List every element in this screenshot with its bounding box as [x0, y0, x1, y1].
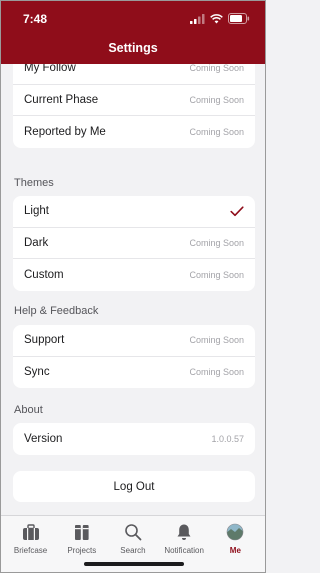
row-label: Light: [24, 205, 49, 218]
settings-content[interactable]: My Follow Coming Soon Current Phase Comi…: [1, 64, 265, 517]
row-label: Support: [24, 334, 65, 347]
help-card: Support Coming Soon Sync Coming Soon: [13, 325, 255, 388]
tab-label: Projects: [67, 546, 97, 555]
row-theme-custom[interactable]: Custom Coming Soon: [13, 259, 255, 291]
row-reported-by-me[interactable]: Reported by Me Coming Soon: [13, 116, 255, 148]
row-version: Version 1.0.0.57: [13, 423, 255, 455]
status-icons: [190, 13, 250, 24]
row-theme-dark[interactable]: Dark Coming Soon: [13, 228, 255, 259]
tab-label: Me: [229, 546, 241, 555]
tab-label: Briefcase: [13, 546, 48, 555]
row-label: My Follow: [24, 64, 76, 75]
search-icon: [124, 522, 142, 542]
section-heading-about: About: [14, 404, 43, 416]
row-value: Coming Soon: [189, 335, 244, 346]
avatar: [226, 522, 244, 542]
row-current-phase[interactable]: Current Phase Coming Soon: [13, 85, 255, 116]
tab-label: Notification: [164, 546, 204, 555]
briefcase-icon: [22, 522, 40, 542]
row-my-follow[interactable]: My Follow Coming Soon: [13, 64, 255, 85]
row-label: Custom: [24, 268, 64, 281]
checkmark-icon: [230, 206, 244, 217]
section-heading-help: Help & Feedback: [14, 305, 99, 317]
row-label: Reported by Me: [24, 125, 106, 138]
row-value: Coming Soon: [189, 269, 244, 280]
page-title: Settings: [108, 41, 158, 55]
row-label: Version: [24, 432, 63, 445]
section-heading-themes: Themes: [14, 177, 54, 189]
row-value: Coming Soon: [189, 237, 244, 248]
tab-briefcase[interactable]: Briefcase: [7, 516, 55, 572]
row-value: Coming Soon: [189, 94, 244, 105]
row-theme-light[interactable]: Light: [13, 196, 255, 228]
row-label: Sync: [24, 366, 50, 379]
projects-icon: [74, 522, 90, 542]
battery-icon: [228, 13, 250, 24]
version-value: 1.0.0.57: [211, 433, 244, 444]
row-sync[interactable]: Sync Coming Soon: [13, 357, 255, 389]
logout-button[interactable]: Log Out: [13, 471, 255, 502]
row-label: Dark: [24, 236, 49, 249]
about-card: Version 1.0.0.57: [13, 423, 255, 455]
row-value: Coming Soon: [189, 367, 244, 378]
wifi-icon: [210, 13, 223, 24]
bell-icon: [176, 522, 192, 542]
tab-me[interactable]: Me: [211, 516, 259, 572]
app-frame: 7:48 Settings My Follow Coming Soon Curr…: [0, 0, 266, 573]
row-value: Coming Soon: [189, 126, 244, 137]
nav-header: 7:48 Settings: [1, 1, 265, 64]
status-time: 7:48: [23, 12, 48, 26]
themes-card: Light Dark Coming Soon Custom Coming Soo…: [13, 196, 255, 291]
home-indicator: [84, 562, 184, 566]
row-support[interactable]: Support Coming Soon: [13, 325, 255, 357]
row-label: Current Phase: [24, 93, 99, 106]
row-value: Coming Soon: [189, 64, 244, 74]
signal-icon: [190, 13, 205, 24]
general-card: My Follow Coming Soon Current Phase Comi…: [13, 64, 255, 148]
tab-label: Search: [120, 546, 146, 555]
